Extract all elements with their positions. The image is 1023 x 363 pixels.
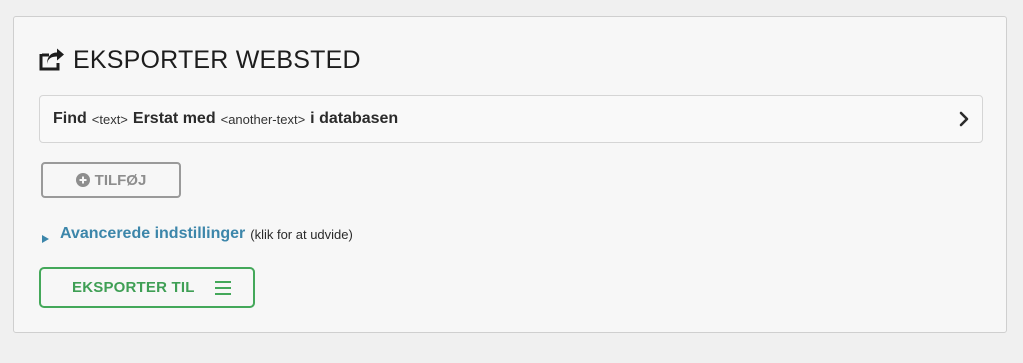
export-to-button[interactable]: EKSPORTER TIL xyxy=(39,267,255,308)
scope-label: i databasen xyxy=(310,110,399,127)
advanced-settings-link[interactable]: Avancerede indstillinger xyxy=(60,225,245,243)
find-replace-rule[interactable]: Find <text> Erstat med <another-text> i … xyxy=(39,95,983,143)
hamburger-menu-icon xyxy=(214,280,232,296)
replace-value: <another-text> xyxy=(220,111,306,127)
panel-header: EKSPORTER WEBSTED xyxy=(38,45,361,75)
export-share-icon xyxy=(38,48,66,72)
export-panel: EKSPORTER WEBSTED Find <text> Erstat med… xyxy=(13,16,1007,333)
export-button-label: EKSPORTER TIL xyxy=(72,279,195,296)
find-label: Find xyxy=(53,110,87,127)
plus-circle-icon xyxy=(75,173,90,187)
advanced-settings-toggle[interactable]: Avancerede indstillinger (klik for at ud… xyxy=(42,225,353,243)
replace-label: Erstat med xyxy=(132,110,216,127)
triangle-right-icon xyxy=(42,230,49,243)
page-title: EKSPORTER WEBSTED xyxy=(73,45,361,74)
find-value: <text> xyxy=(91,111,128,127)
chevron-right-icon[interactable] xyxy=(957,111,971,127)
advanced-settings-hint: (klik for at udvide) xyxy=(250,226,353,242)
add-rule-button[interactable]: TILFØJ xyxy=(41,162,181,198)
add-button-label: TILFØJ xyxy=(94,171,147,189)
